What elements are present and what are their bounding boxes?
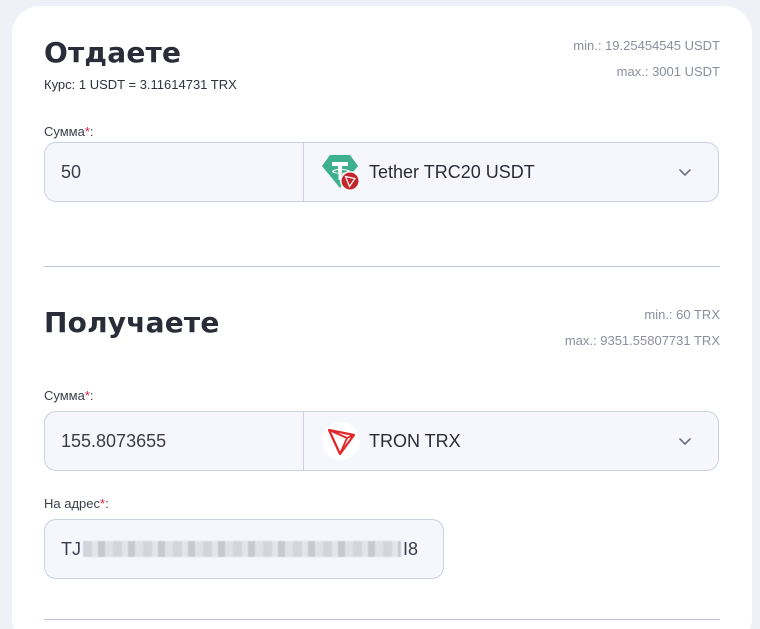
exchange-card: Отдаете Курс: 1 USDT = 3.11614731 TRX mi… — [12, 6, 752, 629]
receive-amount-combo: 155.8073655 TRON TRX — [44, 411, 719, 471]
address-input[interactable]: TJ I8 — [44, 519, 444, 579]
receive-min: min.: 60 TRX — [644, 307, 720, 322]
tether-trc20-icon — [321, 152, 361, 192]
address-label: На адрес*: — [44, 496, 109, 511]
give-amount-combo: 50 Tether TRC20 USDT — [44, 142, 719, 202]
address-suffix: I8 — [403, 538, 419, 559]
tron-icon — [321, 421, 361, 461]
receive-limits: min.: 60 TRX max.: 9351.55807731 TRX — [565, 302, 720, 354]
chevron-down-icon — [679, 169, 691, 176]
give-currency-select[interactable]: Tether TRC20 USDT — [305, 143, 718, 201]
section-divider — [44, 266, 720, 267]
give-amount-input[interactable]: 50 — [45, 143, 304, 201]
section-divider-bottom — [44, 619, 720, 620]
give-limits: min.: 19.25454545 USDT max.: 3001 USDT — [573, 33, 720, 85]
chevron-down-icon — [679, 438, 691, 445]
give-currency-label: Tether TRC20 USDT — [369, 161, 535, 182]
receive-section: Получаете min.: 60 TRX max.: 9351.558077… — [44, 302, 720, 602]
receive-currency-label: TRON TRX — [369, 430, 461, 451]
receive-amount-label: Сумма*: — [44, 388, 94, 403]
give-min: min.: 19.25454545 USDT — [573, 38, 720, 53]
give-max: max.: 3001 USDT — [616, 64, 720, 79]
receive-max: max.: 9351.55807731 TRX — [564, 333, 720, 348]
receive-amount-input[interactable]: 155.8073655 — [45, 412, 304, 470]
give-amount-label: Сумма*: — [44, 124, 94, 139]
give-section: Отдаете Курс: 1 USDT = 3.11614731 TRX mi… — [44, 36, 720, 206]
address-prefix: TJ — [61, 538, 81, 559]
receive-currency-select[interactable]: TRON TRX — [305, 412, 718, 470]
address-redacted — [83, 541, 401, 557]
